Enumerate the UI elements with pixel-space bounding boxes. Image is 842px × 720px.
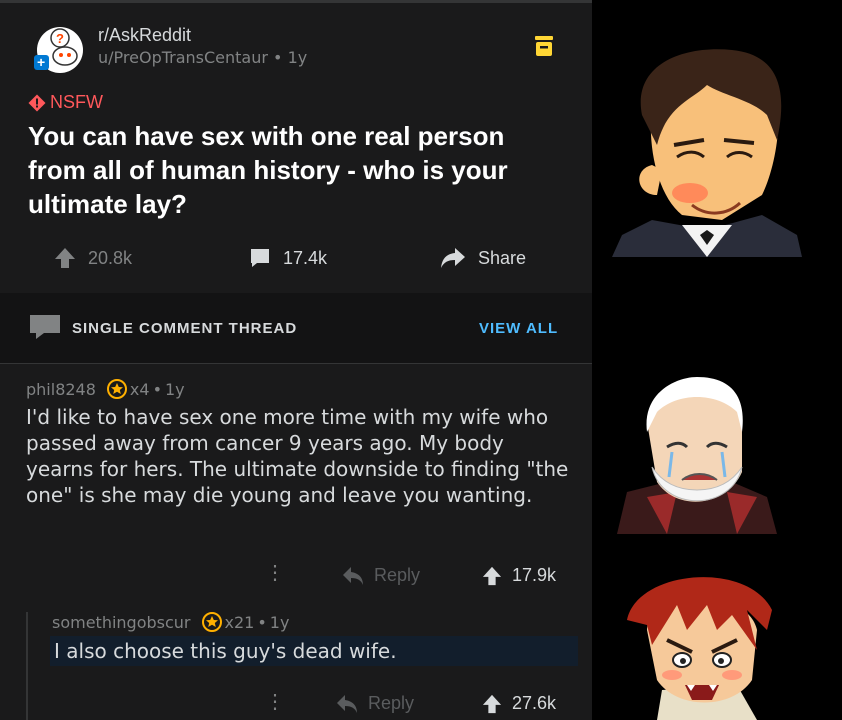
share-button[interactable]: Share: [440, 247, 526, 269]
comment-author[interactable]: somethingobscur: [52, 613, 191, 632]
angry-redhead-portrait: [627, 577, 772, 720]
reddit-feed: ? + r/AskReddit u/PreOpTransCentaur • 1y…: [0, 0, 592, 720]
meta-separator: •: [152, 379, 162, 399]
comment-age: 1y: [269, 612, 290, 632]
single-comment-thread-bar: SINGLE COMMENT THREAD VIEW ALL: [0, 293, 592, 364]
comment-age: 1y: [165, 379, 185, 399]
upvote-icon: [55, 248, 75, 268]
comment-text: I also choose this guy's dead wife.: [50, 636, 578, 666]
reply-icon: [337, 694, 357, 713]
comment-vote[interactable]: 17.9k: [482, 565, 556, 586]
chat-icon: [30, 315, 60, 339]
nsfw-icon: [28, 94, 46, 111]
save-icon[interactable]: [535, 36, 553, 56]
post-author[interactable]: u/PreOpTransCentaur: [98, 48, 268, 67]
comment-author-line: somethingobscur x21 • 1y: [52, 612, 289, 632]
award-icon: [106, 379, 127, 399]
reaction-portraits: [592, 0, 842, 720]
reply-label: Reply: [368, 693, 415, 713]
share-label: Share: [478, 247, 527, 268]
reply-button[interactable]: Reply: [336, 693, 414, 714]
reply-icon: [343, 566, 363, 585]
comment-vote[interactable]: 27.6k: [482, 693, 556, 714]
thread-line[interactable]: [26, 612, 28, 720]
nsfw-label: NSFW: [50, 92, 103, 112]
vote-count: 17.9k: [512, 565, 557, 585]
comment-author-line: phil8248 x4 • 1y: [26, 379, 185, 399]
meta-separator: •: [273, 48, 288, 67]
award-count: x4: [129, 379, 150, 399]
post-age: 1y: [287, 48, 308, 67]
upvote-icon[interactable]: [482, 566, 502, 586]
more-icon[interactable]: ⋮: [265, 563, 285, 583]
smug-man-portrait: [612, 49, 802, 257]
upvote-icon[interactable]: [482, 694, 502, 714]
post-meta: u/PreOpTransCentaur • 1y: [98, 48, 307, 67]
post-actions: 20.8k 17.4k Share: [0, 243, 592, 277]
upvote-count: 20.8k: [88, 247, 133, 268]
award-count: x21: [224, 612, 255, 632]
comment-icon: [251, 249, 269, 267]
reply-button[interactable]: Reply: [342, 565, 420, 586]
comment-body: I also choose this guy's dead wife.: [50, 636, 578, 666]
comment-count: 17.4k: [283, 247, 328, 268]
comment-body: I'd like to have sex one more time with …: [26, 405, 569, 507]
more-icon[interactable]: ⋮: [265, 692, 285, 712]
subreddit-name[interactable]: r/AskReddit: [98, 25, 191, 46]
thread-label: SINGLE COMMENT THREAD: [72, 320, 298, 337]
post-card[interactable]: ? + r/AskReddit u/PreOpTransCentaur • 1y…: [0, 0, 592, 292]
comments-button[interactable]: 17.4k: [249, 247, 327, 269]
reply-label: Reply: [374, 565, 421, 585]
share-icon: [441, 248, 465, 268]
meta-separator: •: [257, 612, 267, 632]
post-title[interactable]: You can have sex with one real person fr…: [28, 119, 548, 221]
subreddit-avatar-icon[interactable]: ? +: [34, 25, 86, 75]
svg-text:?: ?: [56, 31, 64, 46]
award-icon: [201, 612, 222, 632]
svg-text:+: +: [37, 54, 45, 70]
nsfw-tag: NSFW: [28, 92, 103, 113]
upvote-button[interactable]: 20.8k: [54, 247, 132, 269]
vote-count: 27.6k: [512, 693, 557, 713]
view-all-link[interactable]: VIEW ALL: [479, 320, 558, 337]
comment-author[interactable]: phil8248: [26, 380, 96, 399]
crying-old-man-portrait: [617, 377, 777, 534]
